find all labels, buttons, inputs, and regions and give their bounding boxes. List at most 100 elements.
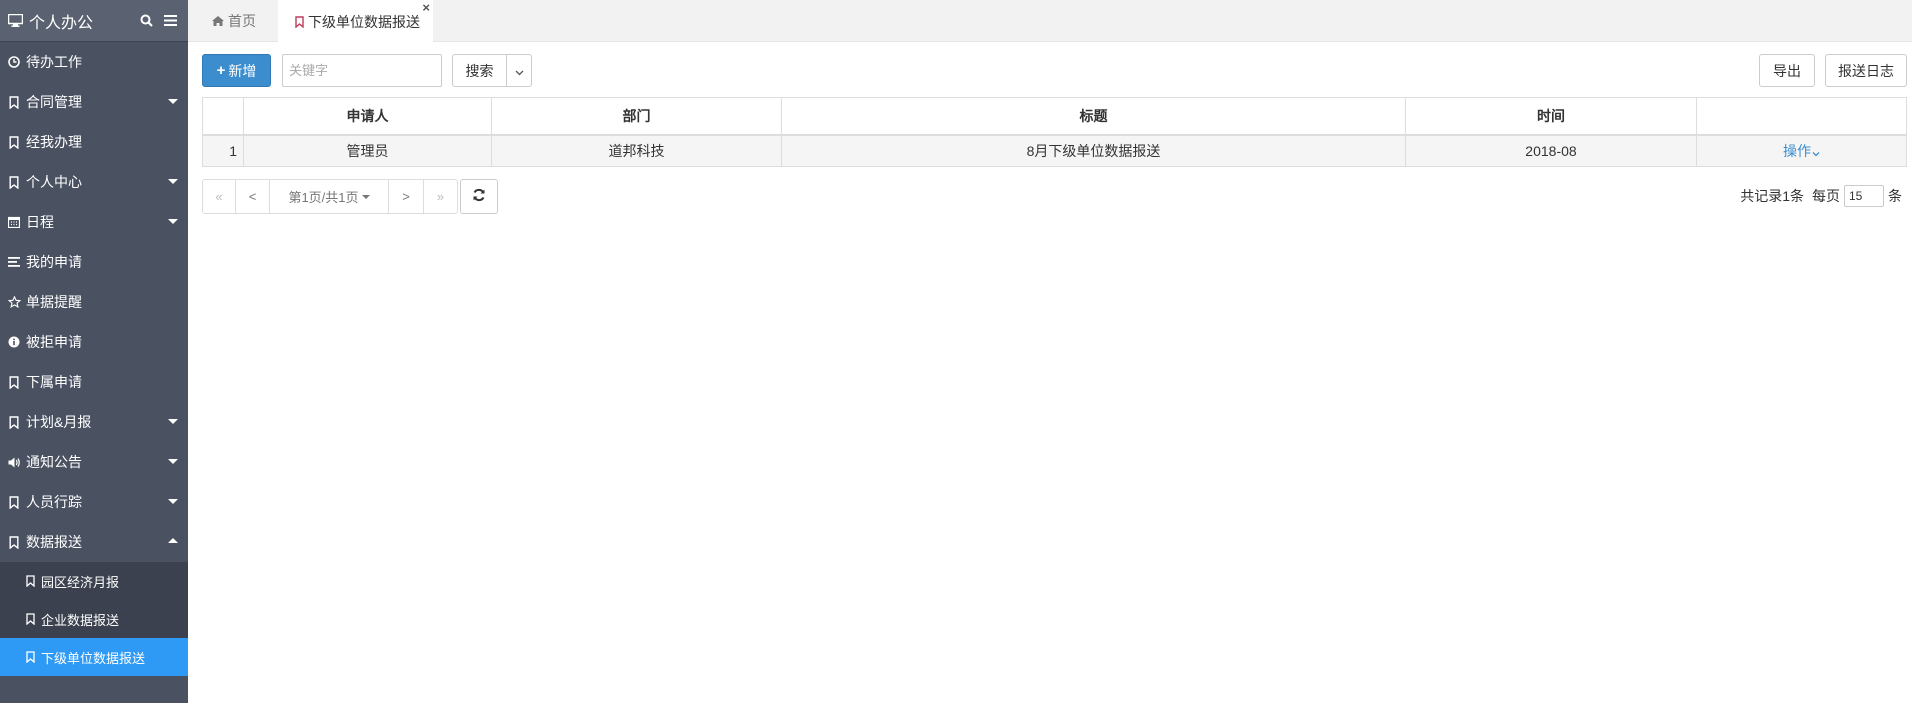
menu-icon[interactable] (160, 11, 180, 31)
cell-time: 2018-08 (1405, 134, 1697, 167)
column-header-dept[interactable]: 部门 (491, 97, 782, 136)
sidebar-item-staff-tracking[interactable]: 人员行踪 (0, 482, 188, 522)
caret-down-icon (168, 419, 178, 424)
sidebar-subitem-enterprise-data-report[interactable]: 企业数据报送 (0, 600, 188, 638)
tab-home-label: 首页 (228, 13, 256, 29)
tab-subunit-report-label: 下级单位数据报送 (308, 13, 420, 30)
refresh-icon (472, 188, 486, 205)
column-header-applicant[interactable]: 申请人 (243, 97, 492, 136)
last-page-button[interactable]: » (424, 180, 457, 213)
per-page-label: 每页 (1812, 188, 1840, 204)
search-dropdown-toggle[interactable] (506, 54, 532, 87)
keyword-input[interactable] (282, 54, 442, 87)
export-button[interactable]: 导出 (1759, 54, 1815, 87)
actions-dropdown-link[interactable]: 操作 (1783, 143, 1820, 159)
sidebar-item-label: 被拒申请 (26, 334, 82, 350)
sidebar-item-label: 单据提醒 (26, 294, 82, 310)
sidebar-item-label: 我的申请 (26, 254, 82, 270)
sidebar-subitem-label: 下级单位数据报送 (41, 650, 146, 666)
sidebar-item-label: 日程 (26, 214, 54, 230)
chevron-down-icon (515, 63, 524, 79)
sidebar-subitem-label: 企业数据报送 (41, 612, 120, 628)
tab-home[interactable]: 首页 (212, 0, 256, 42)
sidebar-item-subordinate[interactable]: 下属申请 (0, 362, 188, 402)
report-log-button[interactable]: 报送日志 (1825, 54, 1907, 87)
sidebar-item-label: 待办工作 (26, 54, 82, 70)
chevron-down-icon (1812, 144, 1820, 160)
actions-link-label: 操作 (1783, 142, 1811, 159)
column-header-index (202, 97, 244, 136)
add-button[interactable]: + 新增 (202, 54, 271, 87)
bookmark-icon (26, 651, 38, 663)
caret-down-icon (168, 99, 178, 104)
record-info: 共记录1条 每页 15 条 (1740, 185, 1902, 207)
sidebar-item-schedule[interactable]: 日程 (0, 202, 188, 242)
sidebar-header: 个人办公 (0, 0, 188, 42)
plus-icon: + (216, 62, 226, 79)
cell-applicant: 管理员 (243, 134, 492, 167)
calendar-icon (7, 215, 21, 229)
per-page-input[interactable]: 15 (1844, 185, 1884, 207)
sidebar-item-rejected[interactable]: 被拒申请 (0, 322, 188, 362)
sidebar-subitem-park-economy-monthly[interactable]: 园区经济月报 (0, 562, 188, 600)
bookmark-icon (7, 535, 21, 549)
caret-up-icon (168, 538, 178, 543)
bookmark-icon (26, 613, 38, 625)
bookmark-icon (7, 375, 21, 389)
report-log-button-label: 报送日志 (1838, 62, 1894, 79)
row-number: 1 (202, 134, 244, 167)
caret-down-icon (168, 219, 178, 224)
total-records-label: 共记录1条 (1740, 188, 1804, 204)
caret-down-icon (168, 179, 178, 184)
tab-bar: 首页 下级单位数据报送 × (188, 0, 1912, 43)
sidebar-subitem-subunit-data-report[interactable]: 下级单位数据报送 (0, 638, 188, 676)
sidebar-item-todo[interactable]: 待办工作 (0, 42, 188, 82)
clock-icon (7, 55, 21, 69)
tab-subunit-report[interactable]: 下级单位数据报送 × (278, 0, 433, 43)
sidebar-item-contract[interactable]: 合同管理 (0, 82, 188, 122)
data-table: 申请人 部门 标题 时间 1 管理员 道邦科技 8月下级单位数据报送 2018-… (202, 97, 1907, 167)
home-icon (212, 16, 224, 26)
bookmark-icon (7, 95, 21, 109)
sidebar-item-label: 通知公告 (26, 454, 82, 470)
star-icon (7, 295, 21, 309)
info-icon (7, 335, 21, 349)
sidebar-item-plan-monthly[interactable]: 计划&月报 (0, 402, 188, 442)
cell-dept: 道邦科技 (491, 134, 782, 167)
bookmark-icon (7, 495, 21, 509)
caret-down-icon (168, 459, 178, 464)
column-header-actions (1696, 97, 1907, 136)
column-header-title[interactable]: 标题 (781, 97, 1406, 136)
sidebar-item-my-applications[interactable]: 我的申请 (0, 242, 188, 282)
sidebar-item-label: 人员行踪 (26, 494, 82, 510)
page-select-dropdown[interactable]: 第1页/共1页 (270, 180, 389, 213)
bookmark-icon (7, 135, 21, 149)
sidebar-item-reminders[interactable]: 单据提醒 (0, 282, 188, 322)
sidebar-item-notices[interactable]: 通知公告 (0, 442, 188, 482)
search-button[interactable]: 搜索 (452, 54, 507, 87)
export-button-label: 导出 (1773, 62, 1801, 79)
sidebar-item-personal-center[interactable]: 个人中心 (0, 162, 188, 202)
first-page-button[interactable]: « (203, 180, 236, 213)
cell-title: 8月下级单位数据报送 (781, 134, 1406, 167)
column-header-time[interactable]: 时间 (1405, 97, 1697, 136)
list-icon (7, 255, 21, 269)
prev-page-button[interactable]: < (236, 180, 270, 213)
per-page-unit: 条 (1888, 188, 1902, 204)
refresh-button[interactable] (460, 179, 498, 214)
sidebar-item-handled[interactable]: 经我办理 (0, 122, 188, 162)
caret-down-icon (361, 194, 370, 199)
search-icon[interactable] (136, 11, 156, 31)
pagination: « < 第1页/共1页 > » (202, 179, 458, 214)
page-select-label: 第1页/共1页 (288, 190, 359, 205)
sidebar-item-label: 经我办理 (26, 134, 82, 150)
table-row[interactable]: 1 管理员 道邦科技 8月下级单位数据报送 2018-08 操作 (202, 134, 1907, 167)
bookmark-icon (7, 415, 21, 429)
close-icon[interactable]: × (422, 1, 430, 14)
bookmark-icon (26, 575, 38, 587)
search-button-label: 搜索 (465, 62, 494, 79)
sidebar-title: 个人办公 (29, 14, 94, 32)
submenu-data-report: 园区经济月报企业数据报送下级单位数据报送 (0, 562, 188, 676)
next-page-button[interactable]: > (389, 180, 424, 213)
sidebar-item-data-report[interactable]: 数据报送 (0, 522, 188, 562)
